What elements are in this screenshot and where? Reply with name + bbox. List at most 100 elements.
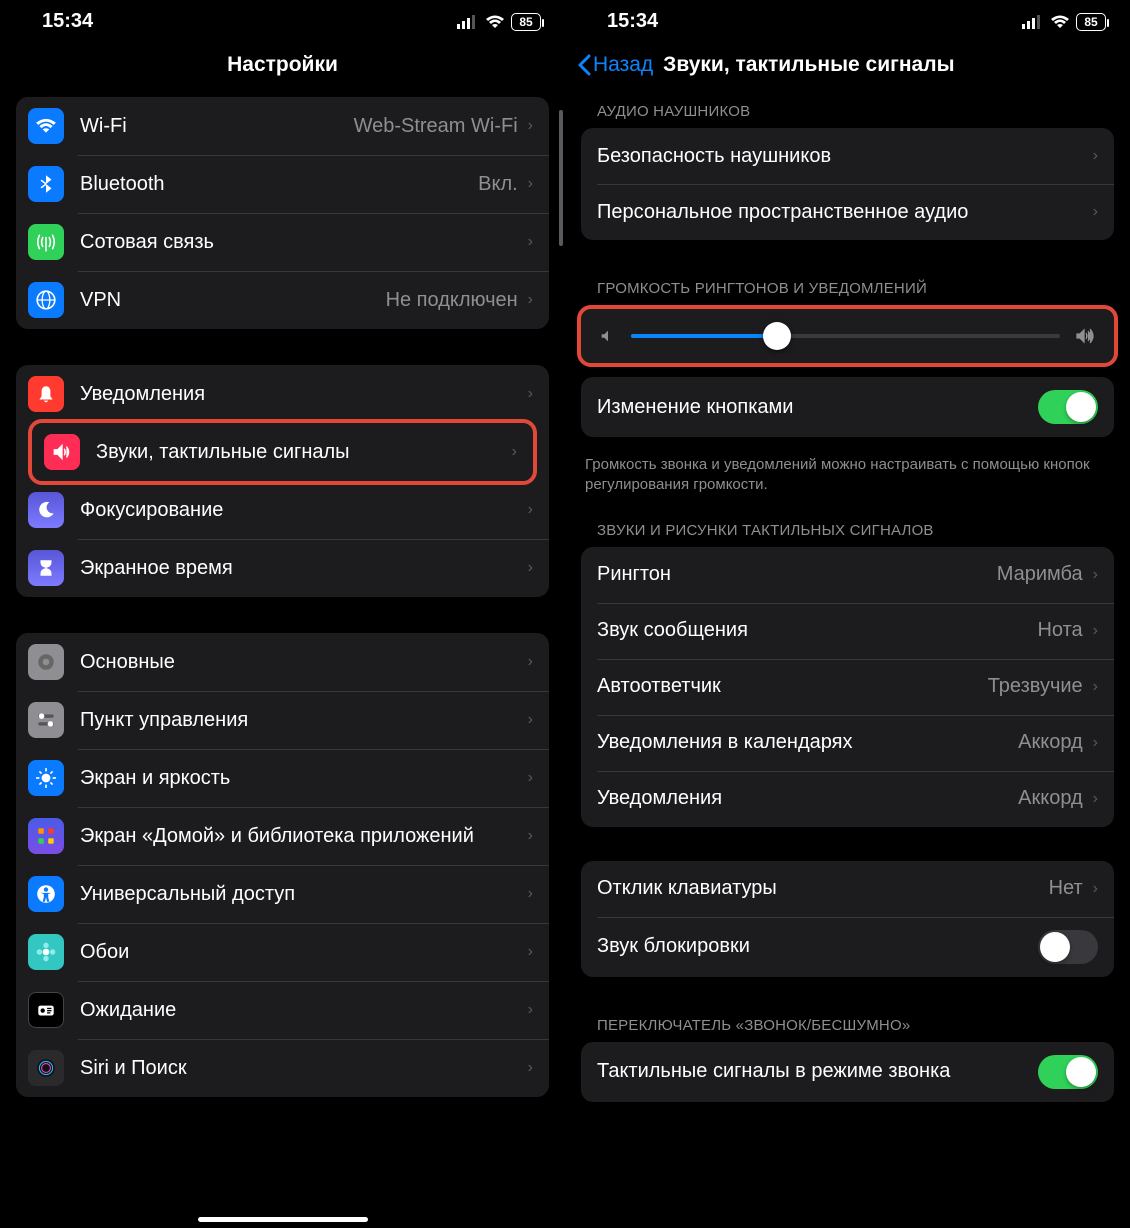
- chevron-right-icon: ›: [528, 117, 533, 135]
- clock-icon: [28, 992, 64, 1028]
- row-value: Web-Stream Wi-Fi: [354, 115, 518, 138]
- chevron-right-icon: ›: [1093, 566, 1098, 584]
- row-standby[interactable]: Ожидание ›: [16, 981, 549, 1039]
- switch-haptics-ring[interactable]: [1038, 1055, 1098, 1089]
- back-label: Назад: [593, 53, 653, 77]
- row-siri[interactable]: Siri и Поиск ›: [16, 1039, 549, 1097]
- row-label: VPN: [80, 289, 378, 312]
- home-indicator[interactable]: [198, 1217, 368, 1222]
- chevron-right-icon: ›: [1093, 734, 1098, 752]
- status-bar: 15:34 85: [565, 0, 1130, 39]
- row-wifi[interactable]: Wi-Fi Web-Stream Wi-Fi ›: [16, 97, 549, 155]
- row-cellular[interactable]: Сотовая связь ›: [16, 213, 549, 271]
- row-label: Персональное пространственное аудио: [597, 201, 1083, 224]
- row-label: Уведомления: [597, 787, 1010, 810]
- switch-lock-sound[interactable]: [1038, 930, 1098, 964]
- slider-fill: [631, 334, 777, 338]
- row-accessibility[interactable]: Универсальный доступ ›: [16, 865, 549, 923]
- row-wallpaper[interactable]: Обои ›: [16, 923, 549, 981]
- row-control-center[interactable]: Пункт управления ›: [16, 691, 549, 749]
- row-lock-sound[interactable]: Звук блокировки: [581, 917, 1114, 977]
- row-focus[interactable]: Фокусирование ›: [16, 481, 549, 539]
- volume-slider-row: [581, 309, 1114, 363]
- person-icon: [28, 876, 64, 912]
- row-label: Основные: [80, 651, 518, 674]
- row-bluetooth[interactable]: Bluetooth Вкл. ›: [16, 155, 549, 213]
- row-headphone-safety[interactable]: Безопасность наушников ›: [581, 128, 1114, 184]
- row-label: Изменение кнопками: [597, 396, 1038, 419]
- chevron-right-icon: ›: [528, 385, 533, 403]
- row-label: Bluetooth: [80, 173, 470, 196]
- row-sounds[interactable]: Звуки, тактильные сигналы ›: [32, 423, 533, 481]
- moon-icon: [28, 492, 64, 528]
- chevron-right-icon: ›: [528, 769, 533, 787]
- back-button[interactable]: Назад: [577, 53, 653, 77]
- section-header: ПЕРЕКЛЮЧАТЕЛЬ «ЗВОНОК/БЕСШУМНО»: [565, 1011, 1130, 1042]
- section-header: ГРОМКОСТЬ РИНГТОНОВ И УВЕДОМЛЕНИЙ: [565, 274, 1130, 305]
- row-value: Нота: [1037, 619, 1082, 642]
- settings-screen: 15:34 85 Настройки Wi-Fi Web-Stream Wi-F…: [0, 0, 565, 1228]
- row-calendar-alerts[interactable]: Уведомления в календарях Аккорд ›: [581, 715, 1114, 771]
- scrollbar[interactable]: [559, 110, 563, 246]
- settings-group-general: Основные › Пункт управления › Экран и яр…: [16, 633, 549, 1097]
- row-home-screen[interactable]: Экран «Домой» и библиотека приложений ›: [16, 807, 549, 865]
- row-label: Ожидание: [80, 999, 518, 1022]
- flower-icon: [28, 934, 64, 970]
- sun-icon: [28, 760, 64, 796]
- group-headphones: Безопасность наушников › Персональное пр…: [581, 128, 1114, 240]
- chevron-right-icon: ›: [528, 175, 533, 193]
- row-general[interactable]: Основные ›: [16, 633, 549, 691]
- grid-icon: [28, 818, 64, 854]
- row-voicemail[interactable]: Автоответчик Трезвучие ›: [581, 659, 1114, 715]
- battery-indicator: 85: [1076, 13, 1106, 31]
- gear-icon: [28, 644, 64, 680]
- sounds-screen: 15:34 85 Назад Звуки, тактильные сигналы…: [565, 0, 1130, 1228]
- hourglass-icon: [28, 550, 64, 586]
- row-reminder-alerts[interactable]: Уведомления Аккорд ›: [581, 771, 1114, 827]
- chevron-right-icon: ›: [528, 291, 533, 309]
- volume-slider[interactable]: [631, 334, 1060, 338]
- siri-icon: [28, 1050, 64, 1086]
- row-label: Обои: [80, 941, 518, 964]
- highlighted-slider: [577, 305, 1118, 367]
- status-bar: 15:34 85: [0, 0, 565, 39]
- row-vpn[interactable]: VPN Не подключен ›: [16, 271, 549, 329]
- row-notifications[interactable]: Уведомления ›: [16, 365, 549, 423]
- row-text-tone[interactable]: Звук сообщения Нота ›: [581, 603, 1114, 659]
- antenna-icon: [28, 224, 64, 260]
- footer-note: Громкость звонка и уведомлений можно нас…: [565, 453, 1130, 516]
- highlighted-row: Звуки, тактильные сигналы ›: [28, 419, 537, 485]
- chevron-right-icon: ›: [528, 827, 533, 845]
- bell-icon: [28, 376, 64, 412]
- nav-bar: Назад Звуки, тактильные сигналы: [565, 39, 1130, 97]
- chevron-right-icon: ›: [1093, 880, 1098, 898]
- globe-icon: [28, 282, 64, 318]
- row-label: Wi-Fi: [80, 115, 346, 138]
- row-value: Маримба: [997, 563, 1083, 586]
- section-header: АУДИО НАУШНИКОВ: [565, 97, 1130, 128]
- row-keyboard-feedback[interactable]: Отклик клавиатуры Нет ›: [581, 861, 1114, 917]
- row-label: Экран «Домой» и библиотека приложений: [80, 824, 518, 848]
- row-haptics-ring[interactable]: Тактильные сигналы в режиме звонка: [581, 1042, 1114, 1102]
- row-label: Пункт управления: [80, 709, 518, 732]
- row-spatial-audio[interactable]: Персональное пространственное аудио ›: [581, 184, 1114, 240]
- slider-thumb[interactable]: [763, 322, 791, 350]
- chevron-right-icon: ›: [528, 1059, 533, 1077]
- row-label: Уведомления в календарях: [597, 731, 1010, 754]
- row-value: Аккорд: [1018, 787, 1083, 810]
- chevron-right-icon: ›: [528, 559, 533, 577]
- row-label: Звук блокировки: [597, 935, 1038, 958]
- row-label: Безопасность наушников: [597, 145, 1083, 168]
- chevron-right-icon: ›: [1093, 678, 1098, 696]
- chevron-right-icon: ›: [512, 443, 517, 461]
- chevron-right-icon: ›: [528, 885, 533, 903]
- switch-change-buttons[interactable]: [1038, 390, 1098, 424]
- group-keyboard: Отклик клавиатуры Нет › Звук блокировки: [581, 861, 1114, 977]
- wifi-icon: [28, 108, 64, 144]
- row-screentime[interactable]: Экранное время ›: [16, 539, 549, 597]
- status-icons: 85: [457, 13, 541, 31]
- row-ringtone[interactable]: Рингтон Маримба ›: [581, 547, 1114, 603]
- row-change-buttons[interactable]: Изменение кнопками: [581, 377, 1114, 437]
- row-label: Рингтон: [597, 563, 989, 586]
- row-display[interactable]: Экран и яркость ›: [16, 749, 549, 807]
